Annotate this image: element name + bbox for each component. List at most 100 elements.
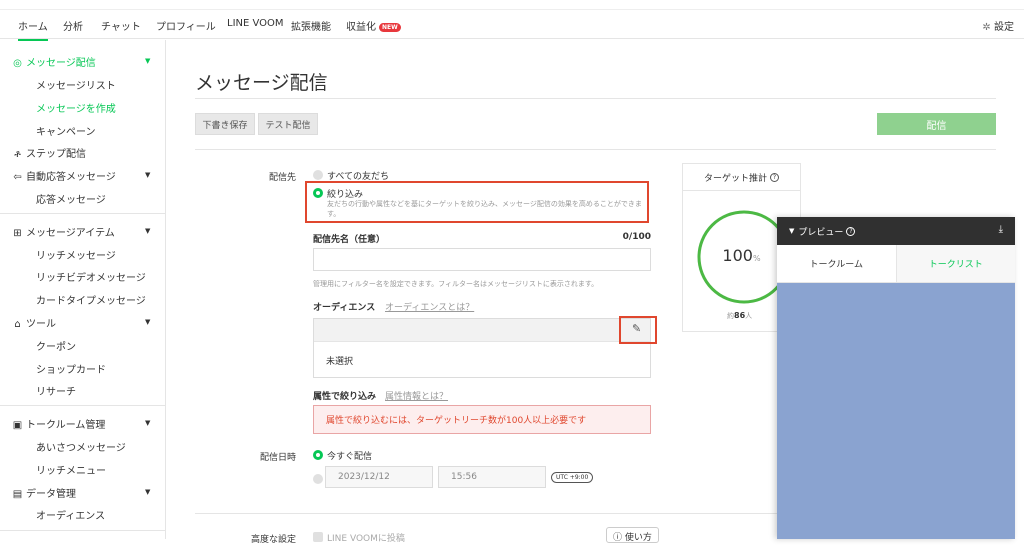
send-button[interactable]: 配信: [877, 113, 996, 135]
date-input[interactable]: 2023/12/12: [325, 466, 433, 488]
new-badge: NEW: [379, 23, 401, 32]
sidebar-item-shop-card[interactable]: ショップカード: [36, 361, 106, 376]
sidebar-item-research[interactable]: リサーチ: [36, 383, 76, 398]
sidebar-section-auto-response[interactable]: ⇦ 自動応答メッセージ: [12, 168, 116, 183]
howto-label: 使い方: [624, 533, 652, 543]
database-icon: ▤: [12, 489, 23, 500]
chevron-down-icon[interactable]: ▼: [145, 318, 150, 326]
step-icon: ቶ: [14, 149, 21, 160]
plus-box-icon: ⊞: [13, 228, 22, 239]
top-strip: [0, 0, 1024, 10]
sidebar-item-rich-menu[interactable]: リッチメニュー: [36, 462, 106, 477]
gear-icon: ✲: [982, 22, 991, 33]
sidebar-section-data[interactable]: ▤ データ管理: [12, 485, 76, 500]
preview-header: ▼ プレビュー ? ⤓: [777, 217, 1015, 245]
sidebar: ◎ メッセージ配信 ▼ メッセージリスト メッセージを作成 キャンペーン ቶ ステッ…: [0, 40, 166, 539]
shop-icon: ⌂: [14, 319, 21, 330]
radio-send-now[interactable]: [313, 450, 323, 460]
recipients-label: 配信先: [268, 173, 296, 183]
radio-schedule[interactable]: [313, 474, 323, 484]
chevron-down-icon[interactable]: ▼: [145, 488, 150, 496]
sidebar-section-label: データ管理: [26, 489, 76, 500]
howto-button[interactable]: ⓘ 使い方: [606, 527, 659, 543]
attribute-help-link[interactable]: 属性情報とは？: [385, 389, 448, 402]
chevron-down-icon[interactable]: ▼: [145, 419, 150, 427]
advanced-divider: [195, 513, 777, 514]
sidebar-item-card-message[interactable]: カードタイプメッセージ: [36, 292, 146, 307]
delivery-date-label: 配信日時: [259, 453, 296, 463]
timezone-badge: UTC +9:00: [551, 472, 594, 483]
tab-monetization[interactable]: 収益化 NEW: [346, 18, 401, 33]
target-percent-unit: %: [752, 254, 761, 263]
voom-option-label: LINE VOOMに投稿: [327, 534, 405, 544]
time-input[interactable]: 15:56: [438, 466, 546, 488]
sidebar-item-greeting-message[interactable]: あいさつメッセージ: [36, 439, 126, 454]
audience-header: [314, 319, 650, 342]
sidebar-item-rich-video-message[interactable]: リッチビデオメッセージ: [36, 269, 146, 284]
sidebar-section-label: トークルーム管理: [26, 420, 106, 431]
tab-line-voom[interactable]: LINE VOOM: [227, 18, 284, 29]
char-count: 0/100: [600, 232, 651, 242]
tab-chat[interactable]: チャット: [101, 18, 141, 33]
sidebar-item-message-list[interactable]: メッセージリスト: [36, 77, 116, 92]
sidebar-section-tools[interactable]: ⌂ ツール: [12, 315, 56, 330]
delivery-name-input[interactable]: [313, 248, 651, 271]
tab-analytics[interactable]: 分析: [63, 18, 83, 33]
sidebar-section-message-delivery[interactable]: ◎ メッセージ配信: [12, 54, 96, 69]
tab-home[interactable]: ホーム: [18, 18, 48, 41]
preview-title: プレビュー: [798, 227, 844, 238]
sidebar-divider: [0, 213, 166, 214]
sidebar-divider: [0, 530, 166, 531]
preview-panel: ▼ プレビュー ? ⤓ トークルーム トークリスト: [777, 217, 1015, 539]
sidebar-item-response-message[interactable]: 応答メッセージ: [36, 191, 106, 206]
target-percent-value: 100: [722, 246, 753, 265]
sidebar-item-audience[interactable]: オーディエンス: [36, 507, 105, 522]
sidebar-item-rich-message[interactable]: リッチメッセージ: [36, 247, 116, 262]
chevron-down-icon[interactable]: ▼: [145, 57, 150, 65]
sidebar-section-message-items[interactable]: ⊞ メッセージアイテム: [12, 224, 115, 239]
audience-label: オーディエンス: [313, 303, 376, 313]
audience-help-link[interactable]: オーディエンスとは？: [385, 300, 474, 313]
target-count-unit: 人: [745, 312, 753, 320]
tab-monetization-label: 収益化: [346, 22, 376, 33]
help-icon[interactable]: ?: [846, 226, 856, 236]
target-count-value: 86: [734, 311, 746, 320]
radio-all-friends[interactable]: [313, 170, 323, 180]
help-icon[interactable]: ?: [770, 172, 779, 182]
settings-link[interactable]: ✲ 設定: [982, 18, 1014, 33]
sidebar-section-label: 自動応答メッセージ: [26, 172, 116, 183]
info-icon: ⓘ: [613, 533, 623, 543]
title-divider: [195, 98, 996, 99]
tab-talklist[interactable]: トークリスト: [896, 245, 1015, 282]
target-count: 約86人: [727, 311, 752, 321]
sidebar-item-campaign[interactable]: キャンペーン: [36, 123, 96, 138]
pencil-icon[interactable]: ✎: [632, 322, 641, 335]
tab-profile[interactable]: プロフィール: [156, 18, 216, 33]
reply-icon: ⇦: [13, 172, 22, 183]
download-icon[interactable]: ⤓: [999, 224, 1003, 235]
sidebar-section-label: メッセージ配信: [26, 58, 96, 69]
sidebar-section-label: メッセージアイテム: [26, 228, 115, 239]
save-draft-button[interactable]: 下書き保存: [195, 113, 255, 135]
chevron-down-icon[interactable]: ▼: [145, 227, 150, 235]
tab-extensions[interactable]: 拡張機能: [291, 18, 331, 33]
chevron-down-icon[interactable]: ▼: [145, 171, 150, 179]
sidebar-item-create-message[interactable]: メッセージを作成: [36, 100, 116, 115]
target-estimate-title: ターゲット推計: [703, 173, 767, 184]
tab-talkroom[interactable]: トークルーム: [777, 245, 897, 282]
sidebar-item-coupon[interactable]: クーポン: [36, 338, 76, 353]
sidebar-section-label: ツール: [26, 319, 56, 330]
preview-tabs: トークルーム トークリスト: [777, 245, 1015, 283]
preview-chat-background: [777, 283, 1015, 539]
chat-settings-icon: ▣: [12, 420, 23, 431]
target-count-prefix: 約: [727, 312, 734, 320]
voom-checkbox[interactable]: [313, 532, 323, 542]
collapse-caret-icon[interactable]: ▼: [789, 227, 794, 235]
sidebar-section-talkroom[interactable]: ▣ トークルーム管理: [12, 416, 106, 431]
test-send-button[interactable]: テスト配信: [258, 113, 318, 135]
sidebar-section-step-delivery[interactable]: ቶ ステップ配信: [12, 145, 86, 160]
attribute-error: 属性で絞り込むには、ターゲットリーチ数が100人以上必要です: [313, 405, 651, 434]
top-nav: ホーム 分析 チャット プロフィール LINE VOOM 拡張機能 収益化 NEW…: [0, 11, 1024, 41]
sidebar-section-label: ステップ配信: [26, 149, 86, 160]
delivery-name-label: 配信先名（任意）: [313, 235, 386, 245]
